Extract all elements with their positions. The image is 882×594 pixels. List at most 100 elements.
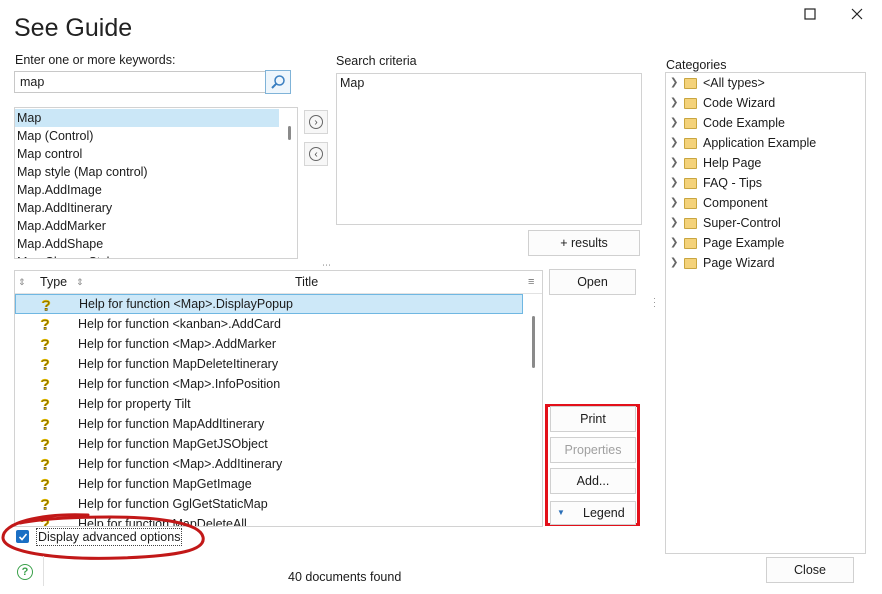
categories-tree[interactable]: ❯ <All types> ❯ Code Wizard ❯ Code Example ❯ Ap… (665, 72, 866, 554)
status-text: 40 documents found (288, 570, 402, 584)
chevron-right-icon[interactable]: ❯ (670, 253, 678, 273)
column-title[interactable]: Title (295, 271, 318, 293)
category-item[interactable]: ❯ FAQ - Tips (666, 173, 863, 193)
result-row[interactable]: Help for function <Map>.AddMarker (15, 334, 523, 354)
keyword-item[interactable]: Map (Control) (15, 127, 279, 145)
add-button[interactable]: Add... (550, 468, 636, 494)
result-row[interactable]: Help for function <Map>.AddItinerary (15, 454, 523, 474)
keywords-label: Enter one or more keywords: (15, 53, 176, 67)
chevron-right-icon[interactable]: ❯ (670, 93, 678, 113)
keyword-item[interactable]: Map control (15, 145, 279, 163)
result-title: Help for function <Map>.DisplayPopup (79, 297, 294, 311)
category-item[interactable]: ❯ <All types> (666, 73, 863, 93)
keyword-item[interactable]: Map.AddShape (15, 235, 279, 253)
results-scrollbar[interactable] (532, 316, 535, 368)
result-title: Help for function MapDeleteItinerary (78, 357, 279, 371)
chevron-right-icon[interactable]: ❯ (670, 153, 678, 173)
help-question-icon (40, 478, 50, 490)
help-question-icon (40, 338, 50, 350)
category-label: Page Wizard (703, 256, 775, 270)
keyword-item[interactable]: Map.AddImage (15, 181, 279, 199)
keyword-list-scrollbar[interactable] (288, 126, 291, 140)
chevron-right-icon[interactable]: ❯ (670, 173, 678, 193)
add-criteria-button[interactable]: › (304, 110, 328, 134)
keyword-item[interactable]: Map (15, 109, 279, 127)
close-button[interactable]: Close (766, 557, 854, 583)
category-label: <All types> (703, 76, 765, 90)
result-title: Help for function <Map>.AddItinerary (78, 457, 283, 471)
result-row[interactable]: Help for function MapGetJSObject (15, 434, 523, 454)
legend-label: Legend (583, 506, 625, 520)
chevron-right-icon[interactable]: ❯ (670, 73, 678, 93)
remove-criteria-button[interactable]: ‹ (304, 142, 328, 166)
category-item[interactable]: ❯ Code Example (666, 113, 863, 133)
search-button[interactable] (265, 70, 291, 94)
help-question-icon (40, 458, 50, 470)
chevron-right-icon[interactable]: ❯ (670, 113, 678, 133)
arrow-left-icon: ‹ (309, 147, 323, 161)
keyword-list[interactable]: Map Map (Control) Map control Map style (Ma… (14, 107, 298, 259)
help-question-icon (40, 418, 50, 430)
folder-icon (684, 218, 697, 229)
category-label: Component (703, 196, 768, 210)
result-row[interactable]: Help for function <Map>.InfoPosition (15, 374, 523, 394)
help-question-icon (40, 438, 50, 450)
category-item[interactable]: ❯ Page Wizard (666, 253, 863, 273)
folder-icon (684, 238, 697, 249)
search-icon (271, 75, 285, 89)
keyword-item[interactable]: Map.AddMarker (15, 217, 279, 235)
category-item[interactable]: ❯ Code Wizard (666, 93, 863, 113)
splitter-grip-vertical[interactable]: · · · (653, 294, 656, 311)
folder-icon (684, 138, 697, 149)
chevron-right-icon[interactable]: ❯ (670, 213, 678, 233)
legend-button[interactable]: ▼ Legend (550, 501, 636, 525)
category-item[interactable]: ❯ Component (666, 193, 863, 213)
help-icon[interactable]: ? (17, 564, 33, 580)
search-criteria-box[interactable]: Map (336, 73, 642, 225)
keyword-input[interactable] (14, 71, 266, 93)
result-row[interactable]: Help for function <kanban>.AddCard (15, 314, 523, 334)
keyword-item[interactable]: Map style (Map control) (15, 163, 279, 181)
annotation-ellipse (1, 513, 205, 560)
results-header: ⇕ Type ⇕ Title ≡ (15, 271, 542, 294)
close-window-button[interactable] (847, 6, 867, 26)
category-item[interactable]: ❯ Help Page (666, 153, 863, 173)
category-label: Code Wizard (703, 96, 776, 110)
chevron-right-icon[interactable]: ❯ (670, 233, 678, 253)
result-title: Help for property Tilt (78, 397, 191, 411)
category-label: Page Example (703, 236, 785, 250)
folder-icon (684, 98, 697, 109)
folder-icon (684, 78, 697, 89)
sort-icon[interactable]: ⇕ (76, 271, 84, 293)
arrow-right-icon: › (309, 115, 323, 129)
result-row[interactable]: Help for property Tilt (15, 394, 523, 414)
results-table[interactable]: ⇕ Type ⇕ Title ≡ Help for function <Map>… (14, 270, 543, 527)
help-question-icon (40, 358, 50, 370)
result-title: Help for function <Map>.AddMarker (78, 337, 277, 351)
properties-button[interactable]: Properties (550, 437, 636, 463)
category-item[interactable]: ❯ Super-Control (666, 213, 863, 233)
print-button[interactable]: Print (550, 406, 636, 432)
window-title: See Guide (14, 14, 133, 42)
column-type[interactable]: Type (40, 271, 67, 293)
keyword-item[interactable]: Map.ChangeStyle (15, 253, 279, 258)
keyword-item[interactable]: Map.AddItinerary (15, 199, 279, 217)
divider (43, 556, 44, 586)
result-title: Help for function MapGetJSObject (78, 437, 268, 451)
result-row[interactable]: Help for function MapGetImage (15, 474, 523, 494)
search-criteria-value: Map (340, 76, 365, 90)
result-row[interactable]: Help for function MapAddItinerary (15, 414, 523, 434)
result-row[interactable]: Help for function <Map>.DisplayPopup (15, 294, 523, 314)
open-button[interactable]: Open (549, 269, 636, 295)
chevron-right-icon[interactable]: ❯ (670, 193, 678, 213)
category-item[interactable]: ❯ Page Example (666, 233, 863, 253)
category-item[interactable]: ❯ Application Example (666, 133, 863, 153)
help-question-icon (41, 299, 51, 311)
chevron-right-icon[interactable]: ❯ (670, 133, 678, 153)
column-menu-icon[interactable]: ≡ (528, 271, 534, 293)
folder-icon (684, 178, 697, 189)
maximize-button[interactable] (800, 6, 820, 26)
more-results-button[interactable]: + results (528, 230, 640, 256)
sort-icon[interactable]: ⇕ (18, 271, 26, 293)
result-row[interactable]: Help for function MapDeleteItinerary (15, 354, 523, 374)
